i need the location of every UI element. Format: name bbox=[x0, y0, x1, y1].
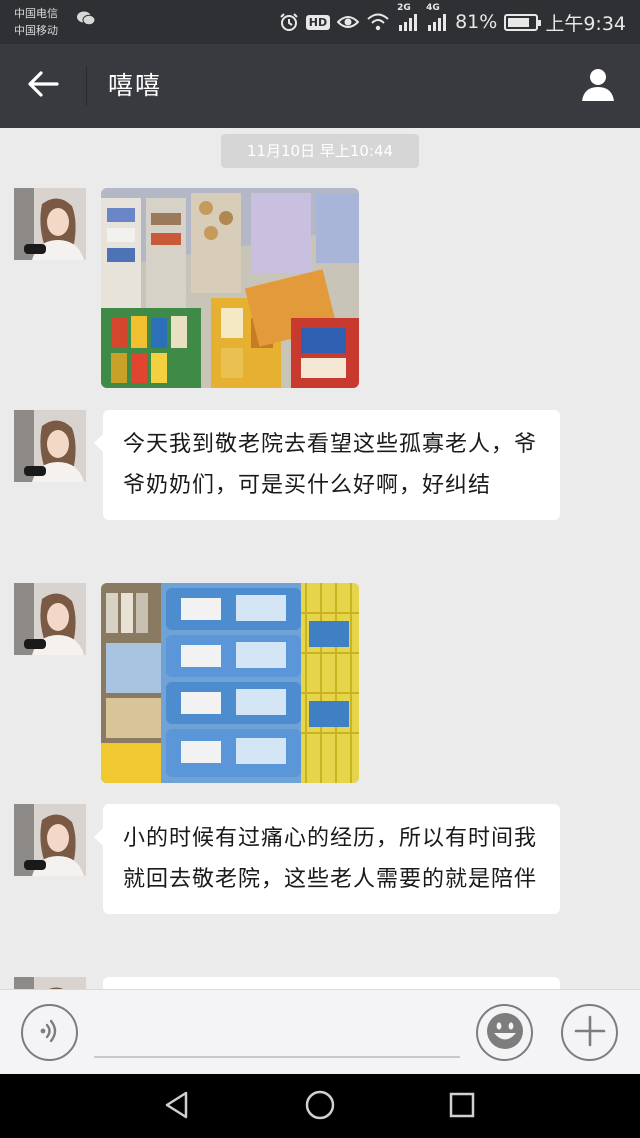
nav-back-button[interactable] bbox=[154, 1084, 200, 1130]
message-timestamp: 11月10日 早上10:44 bbox=[221, 134, 419, 168]
arrow-left-icon bbox=[27, 70, 59, 102]
plus-icon bbox=[574, 1015, 606, 1051]
avatar[interactable] bbox=[14, 583, 86, 655]
alarm-icon bbox=[279, 12, 299, 32]
image-bubble[interactable] bbox=[101, 583, 359, 783]
eye-icon bbox=[337, 14, 360, 30]
voice-input-button[interactable] bbox=[21, 1004, 78, 1061]
system-nav-bar bbox=[0, 1074, 640, 1138]
header-divider bbox=[86, 66, 87, 106]
nav-recents-button[interactable] bbox=[439, 1084, 485, 1130]
nav-home-button[interactable] bbox=[297, 1084, 343, 1130]
input-bar bbox=[0, 989, 640, 1074]
message-input[interactable] bbox=[94, 1008, 460, 1058]
chat-title: 嘻嘻 bbox=[108, 71, 163, 100]
status-bar: 中国电信 中国移动 HD 2G 4G 81% 上午9:34 bbox=[0, 0, 640, 44]
emoji-button[interactable] bbox=[476, 1004, 533, 1061]
avatar[interactable] bbox=[14, 977, 86, 989]
smiley-icon bbox=[486, 1012, 524, 1054]
chat-message-list[interactable]: 11月10日 早上10:44 今天我到敬老院去看望这些孤寡老人，爷爷奶奶们，可是… bbox=[0, 128, 640, 989]
signal-icon-2g: 2G bbox=[397, 3, 419, 31]
avatar[interactable] bbox=[14, 188, 86, 260]
hd-badge: HD bbox=[305, 14, 331, 30]
avatar[interactable] bbox=[14, 804, 86, 876]
carrier-2: 中国移动 bbox=[14, 24, 58, 37]
battery-percent: 81% bbox=[455, 11, 498, 33]
more-button[interactable] bbox=[561, 1004, 618, 1061]
network-label-1: 2G bbox=[397, 3, 411, 13]
text-bubble-partial[interactable] bbox=[103, 977, 560, 989]
back-triangle-icon bbox=[162, 1090, 192, 1124]
chat-info-button[interactable] bbox=[578, 64, 618, 108]
image-bubble[interactable] bbox=[101, 188, 359, 388]
avatar[interactable] bbox=[14, 410, 86, 482]
chat-header: 嘻嘻 bbox=[0, 44, 640, 128]
home-circle-icon bbox=[304, 1089, 336, 1125]
text-bubble[interactable]: 小的时候有过痛心的经历，所以有时间我就回去敬老院，这些老人需要的就是陪伴 bbox=[94, 804, 560, 914]
network-label-2: 4G bbox=[426, 3, 440, 13]
battery-icon bbox=[504, 13, 542, 31]
voice-icon bbox=[37, 1018, 63, 1048]
wechat-icon bbox=[76, 10, 96, 26]
person-icon bbox=[580, 66, 616, 106]
wifi-icon bbox=[366, 13, 390, 31]
text-bubble[interactable]: 今天我到敬老院去看望这些孤寡老人，爷爷奶奶们，可是买什么好啊，好纠结 bbox=[94, 410, 560, 520]
clock-time: 上午9:34 bbox=[545, 12, 626, 35]
carrier-info: 中国电信 中国移动 bbox=[14, 5, 58, 39]
recents-square-icon bbox=[448, 1091, 476, 1123]
back-button[interactable] bbox=[20, 64, 66, 108]
carrier-1: 中国电信 bbox=[14, 7, 58, 20]
signal-icon-4g: 4G bbox=[426, 3, 448, 31]
status-icons: HD 2G 4G 81% 上午9:34 bbox=[279, 0, 626, 44]
